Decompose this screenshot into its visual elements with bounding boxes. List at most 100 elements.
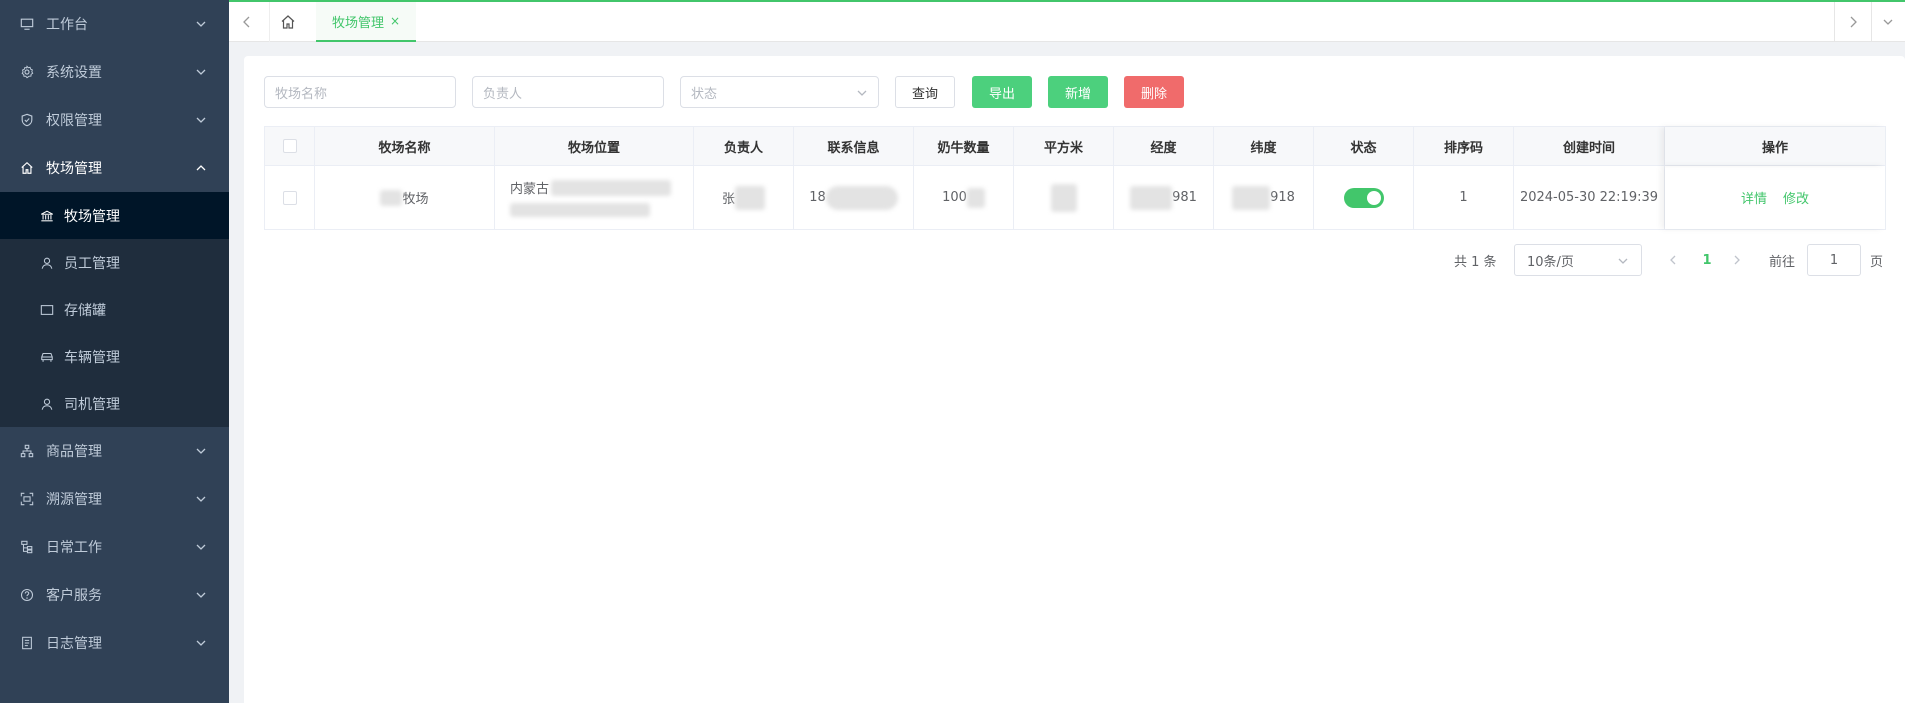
status-select[interactable]: 状态 <box>680 76 879 108</box>
chevron-down-icon <box>196 117 206 123</box>
row-checkbox[interactable] <box>282 190 297 205</box>
page-size-value: 10条/页 <box>1527 254 1574 270</box>
column-header[interactable]: 牧场位置 <box>495 127 694 165</box>
column-header[interactable]: 联系信息 <box>794 127 914 165</box>
close-icon[interactable]: × <box>390 14 400 28</box>
column-header[interactable]: 牧场名称 <box>315 127 495 165</box>
column-header[interactable]: 状态 <box>1314 127 1414 165</box>
detail-link[interactable]: 详情 <box>1741 188 1767 207</box>
farm-name-text: 牧场 <box>402 192 429 207</box>
table-row[interactable]: 牧场 内蒙古 张 18 100 981 918 1 2024-05-30 22:… <box>265 166 1885 229</box>
chevron-down-icon <box>196 69 206 75</box>
contact-cell: 18 <box>794 166 914 229</box>
area-cell <box>1014 166 1114 229</box>
column-header[interactable]: 平方米 <box>1014 127 1114 165</box>
sidebar-item-workbench[interactable]: 工作台 <box>0 0 229 48</box>
farm-name-placeholder: 牧场名称 <box>275 86 328 102</box>
farm-name-cell: 牧场 <box>315 166 495 229</box>
location-text: 内蒙古 <box>510 182 550 197</box>
redacted-text <box>380 189 403 206</box>
export-button[interactable]: 导出 <box>972 76 1032 108</box>
sub-item-staff-management[interactable]: 员工管理 <box>0 239 229 286</box>
table-header: 牧场名称 牧场位置 负责人 联系信息 奶牛数量 平方米 经度 纬度 状态 排序码… <box>265 127 1885 166</box>
tab-home[interactable] <box>269 2 305 42</box>
longitude-cell: 981 <box>1114 166 1214 229</box>
sub-item-vehicle-management[interactable]: 车辆管理 <box>0 333 229 380</box>
longitude-text: 981 <box>1172 190 1197 205</box>
sidebar: 工作台 系统设置 权限管理 牧场管理 牧场管理 员工管理 存储罐 车辆管理 司机… <box>0 0 229 703</box>
farm-name-input[interactable]: 牧场名称 <box>264 76 456 108</box>
tree-icon <box>20 540 34 554</box>
prev-page-button[interactable] <box>1663 244 1683 276</box>
sidebar-item-label: 客户服务 <box>46 588 102 604</box>
sub-item-farm-management[interactable]: 牧场管理 <box>0 192 229 239</box>
scroll-right-button[interactable] <box>1835 2 1871 42</box>
cow-count-cell: 100 <box>914 166 1014 229</box>
user-icon <box>40 397 54 411</box>
pagination-total: 共 1 条 <box>1454 254 1497 270</box>
monitor-icon <box>20 17 34 31</box>
status-toggle[interactable] <box>1343 187 1384 208</box>
redacted-text <box>966 187 985 208</box>
chevron-down-icon <box>196 544 206 550</box>
home-icon <box>281 15 294 29</box>
sidebar-item-customer-service[interactable]: 客户服务 <box>0 571 229 619</box>
location-cell: 内蒙古 <box>495 166 694 229</box>
chevron-left-icon <box>243 16 250 28</box>
tags-bar: 牧场管理 × <box>229 0 1905 42</box>
goto-page-input[interactable]: 1 <box>1807 244 1861 276</box>
select-all-checkbox[interactable] <box>282 139 297 153</box>
sidebar-item-permissions[interactable]: 权限管理 <box>0 96 229 144</box>
sidebar-item-log-management[interactable]: 日志管理 <box>0 619 229 667</box>
page-size-select[interactable]: 10条/页 <box>1514 244 1642 276</box>
tab-farm-management[interactable]: 牧场管理 × <box>316 2 417 42</box>
column-header[interactable]: 奶牛数量 <box>914 127 1014 165</box>
add-button[interactable]: 新增 <box>1048 76 1108 108</box>
edit-link[interactable]: 修改 <box>1783 188 1809 207</box>
page-suffix: 页 <box>1870 254 1884 270</box>
tabs-dropdown-button[interactable] <box>1871 2 1905 42</box>
sidebar-item-label: 溯源管理 <box>46 492 102 508</box>
scan-icon <box>20 492 34 506</box>
sub-item-label: 员工管理 <box>64 255 120 272</box>
column-header[interactable]: 创建时间 <box>1514 127 1665 165</box>
redacted-text <box>551 179 672 196</box>
home-icon <box>20 161 34 175</box>
sidebar-item-daily-work[interactable]: 日常工作 <box>0 523 229 571</box>
sidebar-item-product-management[interactable]: 商品管理 <box>0 427 229 475</box>
goto-label: 前往 <box>1769 254 1796 270</box>
sidebar-item-label: 商品管理 <box>46 444 102 460</box>
sidebar-item-label: 工作台 <box>46 17 88 33</box>
page-number[interactable]: 1 <box>1700 244 1714 276</box>
bank-icon <box>40 209 54 223</box>
scroll-left-button[interactable] <box>229 2 265 42</box>
manager-input[interactable]: 负责人 <box>472 76 664 108</box>
chevron-down-icon <box>196 448 206 454</box>
delete-button[interactable]: 删除 <box>1124 76 1184 108</box>
chevron-down-icon <box>196 640 206 646</box>
user-icon <box>40 256 54 270</box>
sub-item-label: 司机管理 <box>64 396 120 413</box>
redacted-text <box>1130 185 1173 210</box>
contact-text: 18 <box>809 190 826 205</box>
chevron-down-icon <box>196 21 206 27</box>
tab-label: 牧场管理 <box>332 15 385 31</box>
column-header[interactable]: 负责人 <box>694 127 794 165</box>
column-header[interactable]: 纬度 <box>1214 127 1314 165</box>
sidebar-item-farm-management[interactable]: 牧场管理 <box>0 144 229 192</box>
redacted-text <box>825 185 898 210</box>
sidebar-item-traceability[interactable]: 溯源管理 <box>0 475 229 523</box>
sub-item-driver-management[interactable]: 司机管理 <box>0 380 229 427</box>
column-header[interactable]: 排序码 <box>1414 127 1514 165</box>
sidebar-item-system-settings[interactable]: 系统设置 <box>0 48 229 96</box>
query-button[interactable]: 查询 <box>895 76 955 108</box>
rectangle-icon <box>40 303 54 317</box>
select-all-cell <box>265 127 315 165</box>
farm-table: 牧场名称 牧场位置 负责人 联系信息 奶牛数量 平方米 经度 纬度 状态 排序码… <box>264 126 1886 230</box>
chevron-down-icon <box>857 90 867 96</box>
manager-text: 张 <box>721 192 735 207</box>
column-header[interactable]: 经度 <box>1114 127 1214 165</box>
chevron-down-icon <box>196 496 206 502</box>
sub-item-storage-tank[interactable]: 存储罐 <box>0 286 229 333</box>
next-page-button[interactable] <box>1727 244 1747 276</box>
